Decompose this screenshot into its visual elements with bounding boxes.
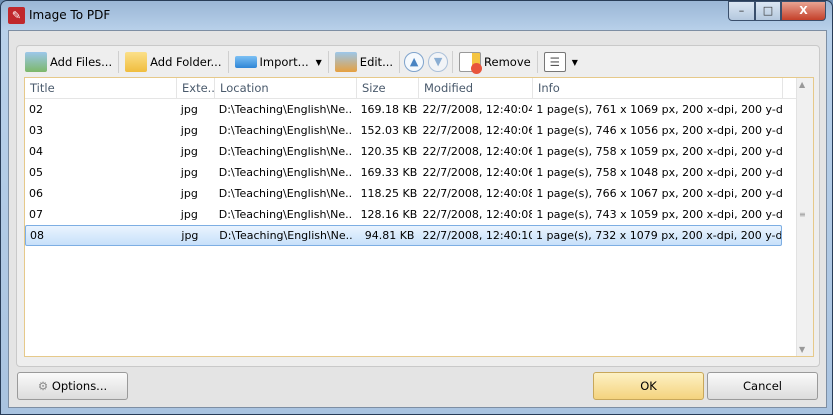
separator bbox=[327, 51, 329, 73]
scroll-up-arrow-icon[interactable]: ▲ bbox=[799, 80, 805, 89]
image-to-pdf-window: ✎ Image To PDF – □ X Add Files... Add Fo… bbox=[0, 0, 833, 415]
cell-info: 1 page(s), 743 x 1059 px, 200 x-dpi, 200… bbox=[536, 208, 782, 221]
view-menu-button[interactable]: ☰ ▼ bbox=[540, 49, 582, 75]
cell-modified: 22/7/2008, 12:40:08.. bbox=[422, 187, 533, 200]
cancel-button[interactable]: Cancel bbox=[707, 372, 818, 400]
files-panel: Add Files... Add Folder... Import... ▼ Ed… bbox=[16, 45, 820, 367]
maximize-button[interactable]: □ bbox=[755, 1, 781, 21]
cell-ext: jpg bbox=[180, 208, 198, 221]
remove-button[interactable]: Remove bbox=[455, 49, 535, 75]
column-header-title[interactable]: Title bbox=[25, 78, 177, 98]
table-row[interactable]: 08 jpg D:\Teaching\English\Ne.. 94.81 KB 22/… bbox=[25, 225, 782, 246]
cell-ext: jpg bbox=[180, 145, 198, 158]
cell-location: D:\Teaching\English\Ne.. bbox=[218, 103, 353, 116]
table-row[interactable]: 02 jpg D:\Teaching\English\Ne.. 169.18 KB 22… bbox=[25, 99, 782, 120]
ok-button[interactable]: OK bbox=[593, 372, 704, 400]
cell-modified: 22/7/2008, 12:40:10.. bbox=[422, 229, 533, 242]
scroll-grip-icon[interactable]: ≡ bbox=[799, 210, 806, 219]
add-folder-icon bbox=[125, 52, 148, 72]
cell-modified: 22/7/2008, 12:40:06.. bbox=[422, 166, 533, 179]
app-icon: ✎ bbox=[8, 7, 25, 24]
cell-size: 152.03 KB bbox=[360, 124, 418, 137]
file-list[interactable]: Title Exte.. Location Size Modified Info… bbox=[24, 77, 814, 357]
move-down-button[interactable]: ▼ bbox=[428, 52, 449, 72]
column-header-modified[interactable]: Modified bbox=[419, 78, 533, 98]
cell-location: D:\Teaching\English\Ne.. bbox=[218, 124, 353, 137]
cell-ext: jpg bbox=[180, 124, 198, 137]
column-header-size[interactable]: Size bbox=[357, 78, 419, 98]
edit-image-icon bbox=[334, 52, 357, 72]
separator bbox=[536, 51, 538, 73]
toolbar: Add Files... Add Folder... Import... ▼ Ed… bbox=[21, 49, 582, 75]
add-files-button[interactable]: Add Files... bbox=[21, 49, 116, 75]
dropdown-arrow-icon: ▼ bbox=[571, 57, 578, 67]
move-up-button[interactable]: ▲ bbox=[404, 52, 425, 72]
options-button[interactable]: ⚙ Options... bbox=[17, 372, 128, 400]
minimize-button[interactable]: – bbox=[728, 1, 755, 21]
cell-title: 03 bbox=[29, 124, 43, 137]
cell-ext: jpg bbox=[180, 166, 198, 179]
table-row[interactable]: 07 jpg D:\Teaching\English\Ne.. 128.16 KB 22… bbox=[25, 204, 782, 225]
cell-ext: jpg bbox=[180, 103, 198, 116]
table-row[interactable]: 06 jpg D:\Teaching\English\Ne.. 118.25 KB 22… bbox=[25, 183, 782, 204]
vertical-scrollbar[interactable]: ▲ ≡ ▼ bbox=[796, 78, 813, 356]
cell-ext: jpg bbox=[180, 187, 198, 200]
cell-location: D:\Teaching\English\Ne.. bbox=[219, 229, 353, 242]
dialog-body: Add Files... Add Folder... Import... ▼ Ed… bbox=[8, 30, 827, 408]
cell-ext: jpg bbox=[181, 229, 199, 242]
cell-title: 08 bbox=[30, 229, 44, 242]
separator bbox=[452, 51, 454, 73]
cell-info: 1 page(s), 732 x 1079 px, 200 x-dpi, 200… bbox=[536, 229, 781, 242]
cell-info: 1 page(s), 758 x 1048 px, 200 x-dpi, 200… bbox=[536, 166, 782, 179]
column-header-info[interactable]: Info bbox=[533, 78, 783, 98]
cell-location: D:\Teaching\English\Ne.. bbox=[218, 208, 353, 221]
separator bbox=[227, 51, 229, 73]
add-image-icon bbox=[25, 52, 47, 72]
cell-location: D:\Teaching\English\Ne.. bbox=[218, 145, 353, 158]
cell-size: 94.81 KB bbox=[364, 229, 415, 242]
cell-location: D:\Teaching\English\Ne.. bbox=[218, 187, 353, 200]
list-header: Title Exte.. Location Size Modified Info bbox=[25, 78, 797, 99]
column-header-extension[interactable]: Exte.. bbox=[177, 78, 215, 98]
cell-info: 1 page(s), 766 x 1067 px, 200 x-dpi, 200… bbox=[536, 187, 782, 200]
separator bbox=[118, 51, 120, 73]
window-title: Image To PDF bbox=[29, 8, 111, 22]
column-header-location[interactable]: Location bbox=[215, 78, 357, 98]
cell-title: 06 bbox=[29, 187, 43, 200]
cell-size: 169.33 KB bbox=[360, 166, 418, 179]
cell-modified: 22/7/2008, 12:40:04.. bbox=[422, 103, 533, 116]
scroll-down-arrow-icon[interactable]: ▼ bbox=[799, 345, 805, 354]
cell-size: 118.25 KB bbox=[360, 187, 418, 200]
dropdown-arrow-icon: ▼ bbox=[315, 57, 322, 67]
scanner-icon bbox=[234, 56, 257, 68]
cell-location: D:\Teaching\English\Ne.. bbox=[218, 166, 353, 179]
cell-modified: 22/7/2008, 12:40:08.. bbox=[422, 208, 533, 221]
cell-size: 169.18 KB bbox=[360, 103, 418, 116]
separator bbox=[399, 51, 401, 73]
cell-info: 1 page(s), 761 x 1069 px, 200 x-dpi, 200… bbox=[536, 103, 782, 116]
cell-size: 128.16 KB bbox=[360, 208, 418, 221]
cell-modified: 22/7/2008, 12:40:06.. bbox=[422, 145, 533, 158]
table-row[interactable]: 04 jpg D:\Teaching\English\Ne.. 120.35 KB 22… bbox=[25, 141, 782, 162]
cell-modified: 22/7/2008, 12:40:06.. bbox=[422, 124, 533, 137]
cell-title: 02 bbox=[29, 103, 43, 116]
gear-icon: ⚙ bbox=[37, 379, 49, 393]
table-row[interactable]: 03 jpg D:\Teaching\English\Ne.. 152.03 KB 22… bbox=[25, 120, 782, 141]
cell-info: 1 page(s), 758 x 1059 px, 200 x-dpi, 200… bbox=[536, 145, 782, 158]
list-view-icon: ☰ bbox=[543, 52, 566, 72]
add-folder-button[interactable]: Add Folder... bbox=[121, 49, 225, 75]
table-row[interactable]: 05 jpg D:\Teaching\English\Ne.. 169.33 KB 22… bbox=[25, 162, 782, 183]
close-button[interactable]: X bbox=[781, 1, 826, 21]
import-button[interactable]: Import... ▼ bbox=[231, 49, 326, 75]
edit-button[interactable]: Edit... bbox=[331, 49, 397, 75]
remove-icon bbox=[459, 52, 483, 74]
cell-size: 120.35 KB bbox=[360, 145, 418, 158]
cell-title: 05 bbox=[29, 166, 43, 179]
cell-info: 1 page(s), 746 x 1056 px, 200 x-dpi, 200… bbox=[536, 124, 782, 137]
cell-title: 04 bbox=[29, 145, 43, 158]
cell-title: 07 bbox=[29, 208, 43, 221]
